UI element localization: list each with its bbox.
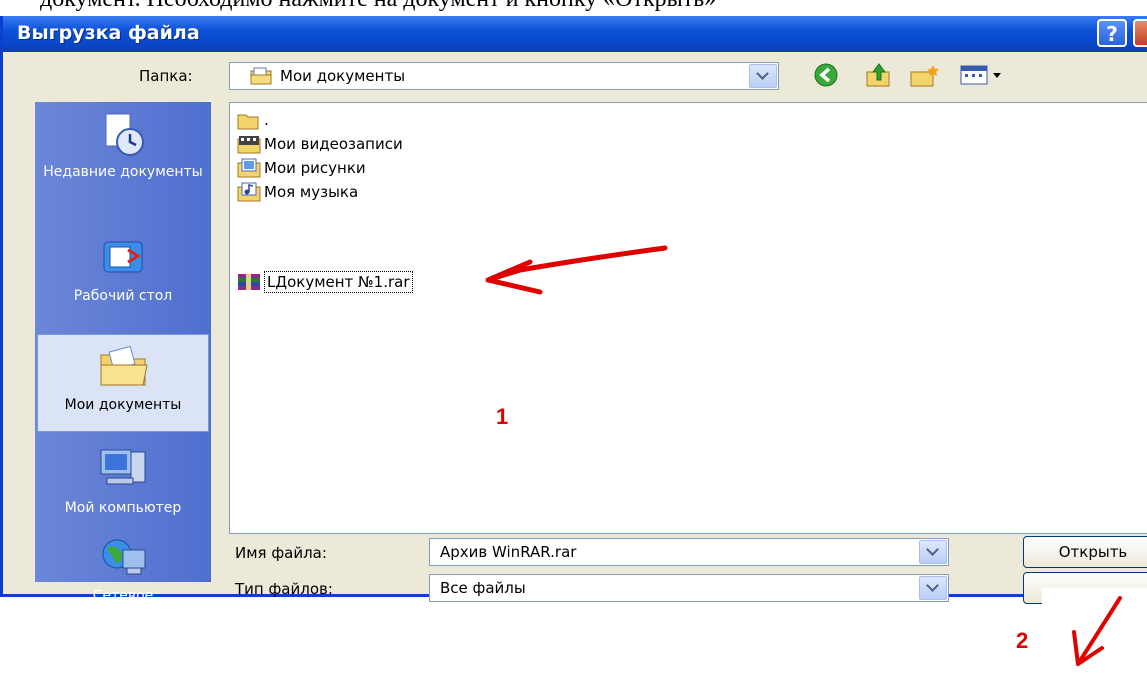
annotation-arrow-2 [1072,596,1122,666]
annotation-number-1: 1 [496,404,509,429]
annotation-number-2: 2 [1016,628,1029,653]
annotation-arrow-1 [485,245,668,295]
annotation-arrows [485,245,1122,666]
